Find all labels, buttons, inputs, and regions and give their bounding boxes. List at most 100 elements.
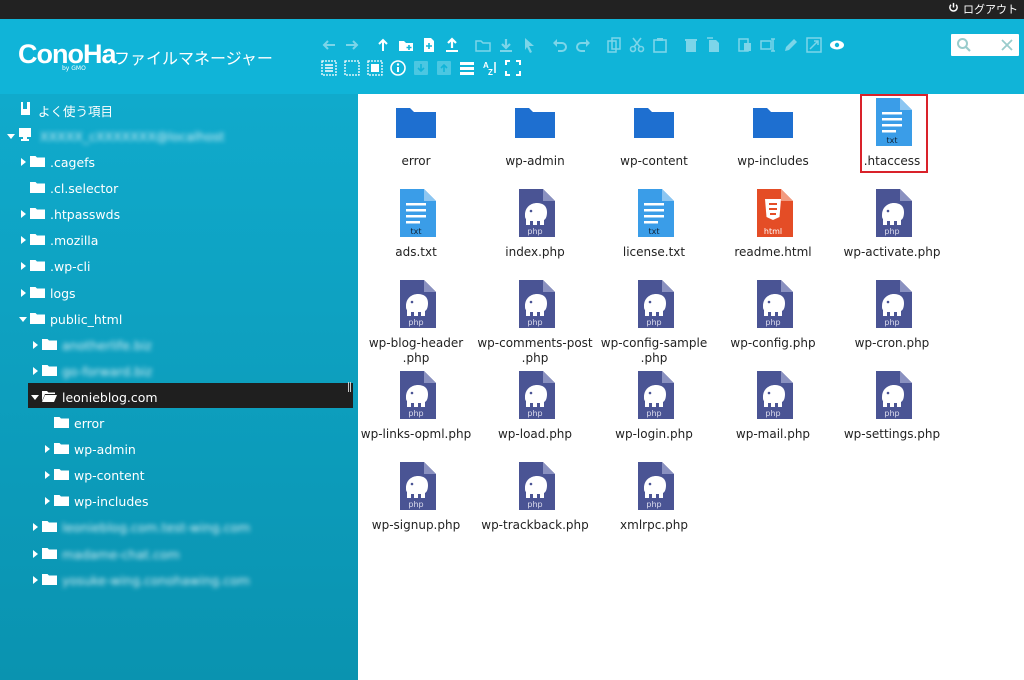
chevron-right-icon[interactable] bbox=[30, 547, 42, 562]
tree-item[interactable]: yosuke-wing.conohawing.com bbox=[30, 570, 250, 590]
tree-item[interactable]: wp-content bbox=[42, 465, 145, 485]
chevron-right-icon[interactable] bbox=[30, 364, 42, 379]
rename-icon[interactable] bbox=[737, 37, 753, 53]
folder-icon bbox=[634, 98, 674, 146]
cut-icon[interactable] bbox=[629, 37, 645, 53]
clear-search-icon[interactable] bbox=[1000, 37, 1014, 56]
preview-icon[interactable] bbox=[829, 37, 845, 53]
file-item[interactable]: php wp-trackback.php bbox=[477, 460, 593, 544]
file-item[interactable]: php wp-load.php bbox=[477, 369, 593, 453]
tree-item[interactable]: .cl.selector bbox=[18, 178, 118, 198]
svg-text:html: html bbox=[764, 227, 782, 236]
tree-item[interactable]: .mozilla bbox=[18, 230, 98, 250]
tree-item[interactable]: error bbox=[42, 413, 104, 433]
folder-item[interactable]: wp-admin bbox=[477, 96, 593, 180]
upload-icon[interactable] bbox=[444, 37, 460, 53]
file-name: index.php bbox=[505, 245, 565, 259]
tree-root[interactable]: XXXXX_cXXXXXXX@localhost bbox=[6, 126, 225, 146]
file-item[interactable]: php wp-activate.php bbox=[834, 187, 950, 271]
select-icon[interactable] bbox=[521, 37, 537, 53]
fullscreen-icon[interactable] bbox=[505, 60, 521, 76]
chevron-right-icon[interactable] bbox=[18, 207, 30, 222]
edit-text-icon[interactable] bbox=[760, 37, 776, 53]
arrow-left-icon[interactable] bbox=[321, 37, 337, 53]
arrow-right-icon[interactable] bbox=[344, 37, 360, 53]
download-icon[interactable] bbox=[498, 37, 514, 53]
tree-item[interactable]: leonieblog.com.test-wing.com bbox=[30, 517, 250, 537]
chevron-right-icon[interactable] bbox=[30, 338, 42, 353]
arrow-up-icon[interactable] bbox=[375, 37, 391, 53]
file-item[interactable]: php index.php bbox=[477, 187, 593, 271]
chevron-down-icon[interactable] bbox=[30, 390, 42, 405]
tree-item[interactable]: .cagefs bbox=[18, 152, 95, 172]
archive-icon[interactable] bbox=[436, 60, 452, 76]
file-item[interactable]: php wp-config.php bbox=[715, 278, 831, 362]
file-item[interactable]: php wp-settings.php bbox=[834, 369, 950, 453]
logout-button[interactable]: ログアウト bbox=[948, 0, 1018, 19]
info-icon[interactable] bbox=[390, 60, 406, 76]
chevron-right-icon[interactable] bbox=[42, 442, 54, 457]
view-list-icon[interactable] bbox=[459, 60, 475, 76]
invert-selection-icon[interactable] bbox=[367, 60, 383, 76]
select-all-icon[interactable] bbox=[321, 60, 337, 76]
search-box[interactable] bbox=[951, 34, 1019, 56]
select-none-icon[interactable] bbox=[344, 60, 360, 76]
tree-item[interactable]: .htpasswds bbox=[18, 204, 120, 224]
file-item[interactable]: php wp-blog-header .php bbox=[358, 278, 474, 365]
resize-icon[interactable] bbox=[806, 37, 822, 53]
file-item[interactable]: php wp-config-sample .php bbox=[596, 278, 712, 365]
file-name: wp-signup.php bbox=[371, 518, 461, 532]
php-file-icon: php bbox=[753, 371, 793, 419]
chevron-right-icon[interactable] bbox=[18, 155, 30, 170]
extract-icon[interactable] bbox=[413, 60, 429, 76]
file-name: ads.txt bbox=[395, 245, 437, 259]
tree-item[interactable]: go-forward.biz bbox=[30, 361, 152, 381]
folder-item[interactable]: error bbox=[358, 96, 474, 180]
chevron-down-icon[interactable] bbox=[18, 312, 30, 327]
file-name: error bbox=[401, 154, 431, 168]
chevron-right-icon[interactable] bbox=[18, 286, 30, 301]
file-item[interactable]: php wp-signup.php bbox=[358, 460, 474, 544]
tree-item[interactable]: public_html bbox=[18, 309, 122, 329]
chevron-right-icon[interactable] bbox=[42, 494, 54, 509]
new-folder-icon[interactable] bbox=[398, 37, 414, 53]
file-item[interactable]: txt ads.txt bbox=[358, 187, 474, 271]
new-file-icon[interactable] bbox=[421, 37, 437, 53]
file-item[interactable]: php wp-cron.php bbox=[834, 278, 950, 362]
file-item[interactable]: php xmlrpc.php bbox=[596, 460, 712, 544]
folder-icon bbox=[42, 547, 62, 562]
tree-item[interactable]: leonieblog.com bbox=[30, 387, 158, 407]
folder-item[interactable]: wp-includes bbox=[715, 96, 831, 180]
tree-item[interactable]: wp-includes bbox=[42, 491, 148, 511]
sort-icon[interactable]: AZ bbox=[482, 60, 498, 76]
tree-item[interactable]: .wp-cli bbox=[18, 256, 90, 276]
delete-icon[interactable] bbox=[683, 37, 699, 53]
open-folder-icon[interactable] bbox=[475, 37, 491, 53]
file-item[interactable]: php wp-login.php bbox=[596, 369, 712, 453]
sidebar-resize-handle[interactable] bbox=[348, 382, 351, 392]
folder-item[interactable]: wp-content bbox=[596, 96, 712, 180]
php-file-icon: php bbox=[396, 280, 436, 328]
chevron-right-icon[interactable] bbox=[18, 233, 30, 248]
file-item[interactable]: html readme.html bbox=[715, 187, 831, 271]
file-item[interactable]: php wp-links-opml.php bbox=[358, 369, 474, 453]
duplicate-icon[interactable] bbox=[706, 37, 722, 53]
undo-icon[interactable] bbox=[552, 37, 568, 53]
file-item[interactable]: php wp-mail.php bbox=[715, 369, 831, 453]
paste-icon[interactable] bbox=[652, 37, 668, 53]
file-item[interactable]: php wp-comments-post .php bbox=[477, 278, 593, 365]
chevron-right-icon[interactable] bbox=[30, 520, 42, 535]
tree-item[interactable]: anotherlife.biz bbox=[30, 335, 152, 355]
tree-item-label: wp-admin bbox=[74, 441, 136, 457]
redo-icon[interactable] bbox=[575, 37, 591, 53]
tree-item[interactable]: logs bbox=[18, 283, 76, 303]
edit-icon[interactable] bbox=[783, 37, 799, 53]
copy-icon[interactable] bbox=[606, 37, 622, 53]
chevron-right-icon[interactable] bbox=[30, 573, 42, 588]
chevron-right-icon[interactable] bbox=[18, 259, 30, 274]
chevron-right-icon[interactable] bbox=[42, 468, 54, 483]
file-item[interactable]: txt license.txt bbox=[596, 187, 712, 271]
tree-item[interactable]: wp-admin bbox=[42, 439, 136, 459]
tree-favorites[interactable]: よく使う項目 bbox=[20, 100, 113, 120]
tree-item[interactable]: madame-chat.com bbox=[30, 544, 180, 564]
